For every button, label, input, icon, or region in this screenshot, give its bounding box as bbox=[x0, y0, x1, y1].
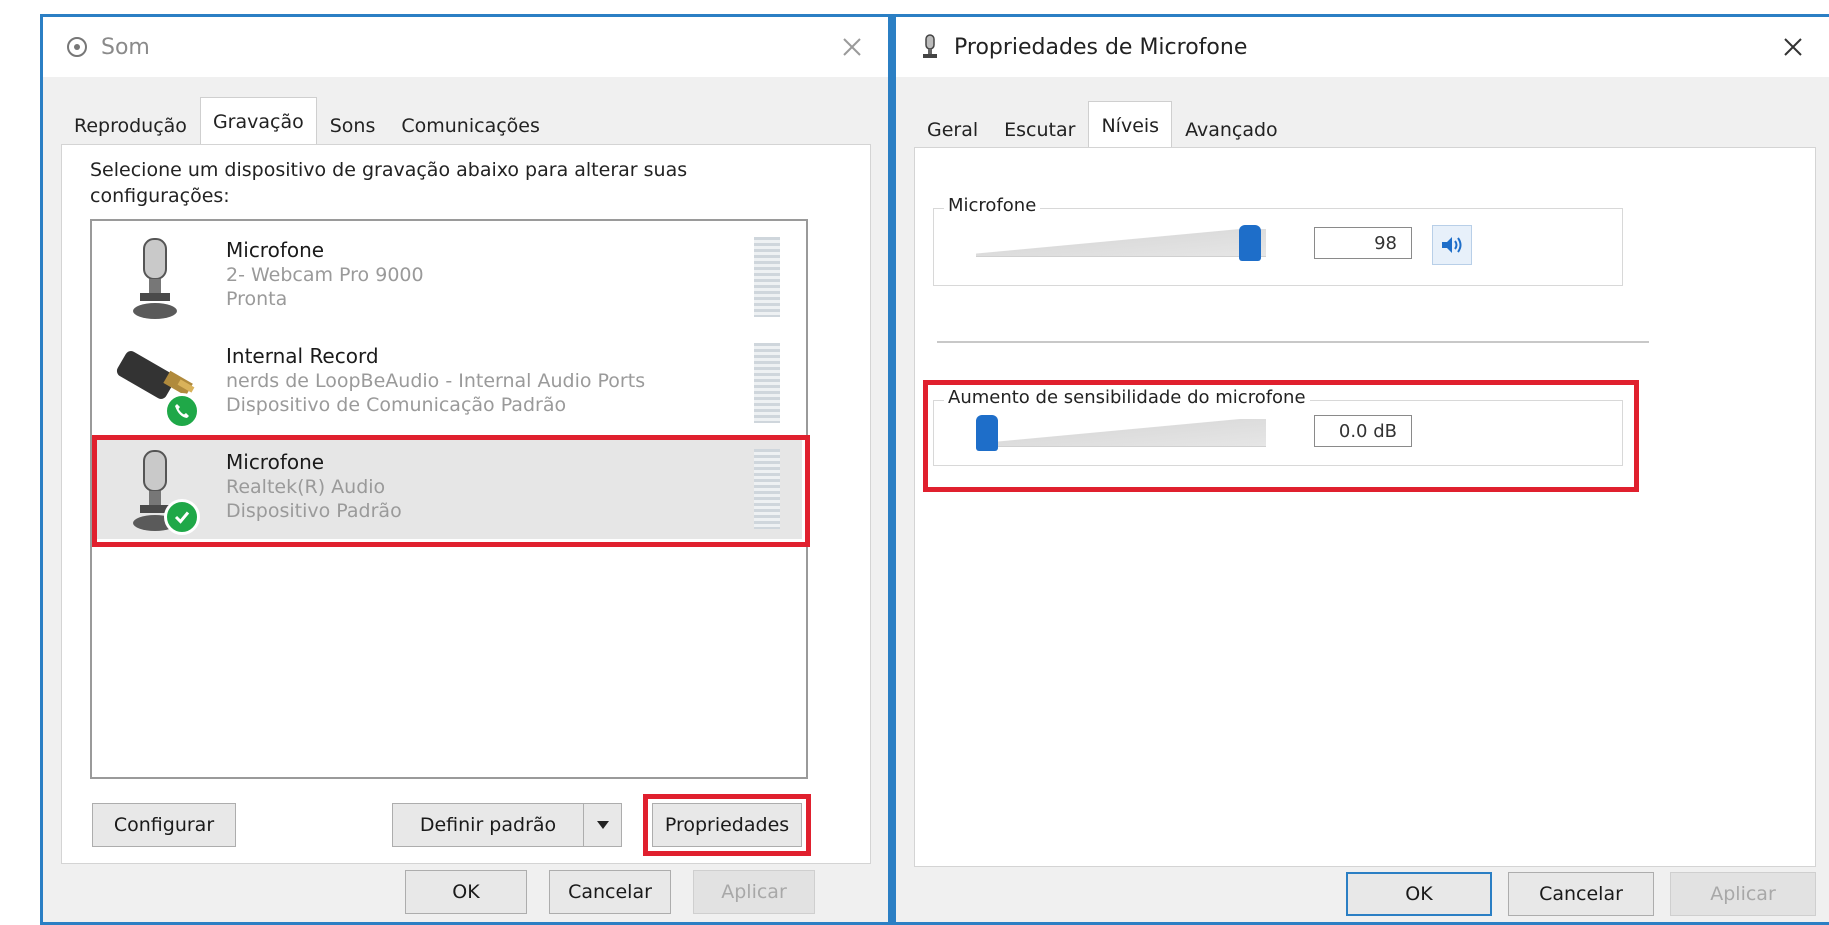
device-level-meter bbox=[754, 343, 780, 423]
device-detail: 2- Webcam Pro 9000 bbox=[226, 264, 424, 286]
microphone-level-slider[interactable] bbox=[976, 225, 1266, 261]
microphone-level-value[interactable]: 98 bbox=[1314, 227, 1412, 259]
sound-tabs: Reprodução Gravação Sons Comunicações bbox=[61, 97, 553, 145]
tab-escutar[interactable]: Escutar bbox=[991, 109, 1088, 149]
speaker-settings-icon bbox=[65, 35, 89, 59]
properties-titlebar[interactable]: Propriedades de Microfone bbox=[896, 17, 1829, 77]
microphone-icon bbox=[116, 235, 196, 321]
mute-toggle-button[interactable] bbox=[1432, 225, 1472, 265]
device-row-webcam-microphone[interactable]: Microfone 2- Webcam Pro 9000 Pronta bbox=[96, 227, 802, 327]
tab-gravacao[interactable]: Gravação bbox=[199, 97, 317, 145]
tab-reproducao[interactable]: Reprodução bbox=[61, 105, 200, 145]
device-name: Microfone bbox=[226, 238, 325, 262]
properties-tabs: Geral Escutar Níveis Avançado bbox=[914, 101, 1291, 149]
microphone-icon bbox=[918, 34, 942, 59]
check-badge-icon bbox=[164, 499, 200, 535]
close-icon bbox=[843, 38, 861, 56]
properties-ok-button[interactable]: OK bbox=[1346, 872, 1492, 916]
recording-tab-panel: Selecione um dispositivo de gravação aba… bbox=[61, 144, 871, 864]
microphone-level-thumb[interactable] bbox=[1239, 225, 1261, 261]
microphone-boost-thumb[interactable] bbox=[976, 415, 998, 451]
device-row-internal-record[interactable]: Internal Record nerds de LoopBeAudio - I… bbox=[96, 333, 802, 433]
speaker-icon bbox=[1442, 237, 1462, 253]
tab-niveis[interactable]: Níveis bbox=[1088, 101, 1173, 149]
recording-instruction: Selecione um dispositivo de gravação aba… bbox=[90, 159, 688, 207]
set-default-dropdown[interactable] bbox=[583, 803, 622, 847]
device-name: Microfone bbox=[226, 450, 325, 474]
properties-apply-button[interactable]: Aplicar bbox=[1670, 872, 1816, 916]
microphone-boost-value[interactable]: 0.0 dB bbox=[1314, 415, 1412, 447]
sound-ok-button[interactable]: OK bbox=[405, 870, 527, 914]
phone-badge-icon bbox=[164, 393, 200, 429]
set-default-split-button: Definir padrão bbox=[392, 803, 622, 847]
properties-cancel-button[interactable]: Cancelar bbox=[1508, 872, 1654, 916]
device-status: Dispositivo Padrão bbox=[226, 500, 402, 522]
tab-comunicacoes[interactable]: Comunicações bbox=[388, 105, 553, 145]
device-status: Dispositivo de Comunicação Padrão bbox=[226, 394, 567, 416]
device-level-meter bbox=[754, 237, 780, 317]
device-text: Microfone Realtek(R) Audio Dispositivo P… bbox=[226, 449, 746, 523]
microphone-properties-window: Propriedades de Microfone Geral Escutar … bbox=[892, 14, 1829, 925]
recording-device-list[interactable]: Microfone 2- Webcam Pro 9000 Pronta Inte… bbox=[90, 219, 810, 779]
sound-titlebar[interactable]: Som bbox=[43, 17, 888, 77]
microphone-level-group: Microfone 98 bbox=[933, 195, 1623, 286]
set-default-button[interactable]: Definir padrão bbox=[392, 803, 584, 847]
sound-window-title: Som bbox=[101, 34, 150, 60]
device-detail: nerds de LoopBeAudio - Internal Audio Po… bbox=[226, 370, 646, 392]
sound-window: Som Reprodução Gravação Sons Comunicaçõe… bbox=[40, 14, 892, 925]
device-row-realtek-microphone[interactable]: Microfone Realtek(R) Audio Dispositivo P… bbox=[92, 435, 810, 547]
tab-geral[interactable]: Geral bbox=[914, 109, 991, 149]
sound-close-button[interactable] bbox=[834, 29, 870, 65]
properties-window-title: Propriedades de Microfone bbox=[954, 34, 1248, 60]
tab-sons[interactable]: Sons bbox=[317, 105, 389, 145]
tab-avancado[interactable]: Avançado bbox=[1172, 109, 1291, 149]
device-text: Microfone 2- Webcam Pro 9000 Pronta bbox=[226, 237, 746, 311]
chevron-down-icon bbox=[596, 821, 609, 829]
properties-button[interactable]: Propriedades bbox=[643, 794, 811, 856]
device-text: Internal Record nerds de LoopBeAudio - I… bbox=[226, 343, 746, 417]
levels-tab-panel: Microfone 98 Aumento de sensibilidade do… bbox=[914, 147, 1816, 867]
microphone-boost-group: Aumento de sensibilidade do microfone 0.… bbox=[933, 387, 1623, 466]
sound-apply-button[interactable]: Aplicar bbox=[693, 870, 815, 914]
close-icon bbox=[1784, 38, 1802, 56]
microphone-boost-label: Aumento de sensibilidade do microfone bbox=[944, 387, 1310, 408]
properties-close-button[interactable] bbox=[1775, 29, 1811, 65]
microphone-level-label: Microfone bbox=[944, 195, 1041, 216]
sound-cancel-button[interactable]: Cancelar bbox=[549, 870, 671, 914]
device-status: Pronta bbox=[226, 288, 288, 310]
device-level-meter bbox=[754, 449, 780, 529]
device-detail: Realtek(R) Audio bbox=[226, 476, 386, 498]
microphone-boost-slider[interactable] bbox=[976, 415, 1266, 451]
configure-button[interactable]: Configurar bbox=[92, 803, 236, 847]
device-name: Internal Record bbox=[226, 344, 379, 368]
levels-separator bbox=[937, 341, 1649, 343]
